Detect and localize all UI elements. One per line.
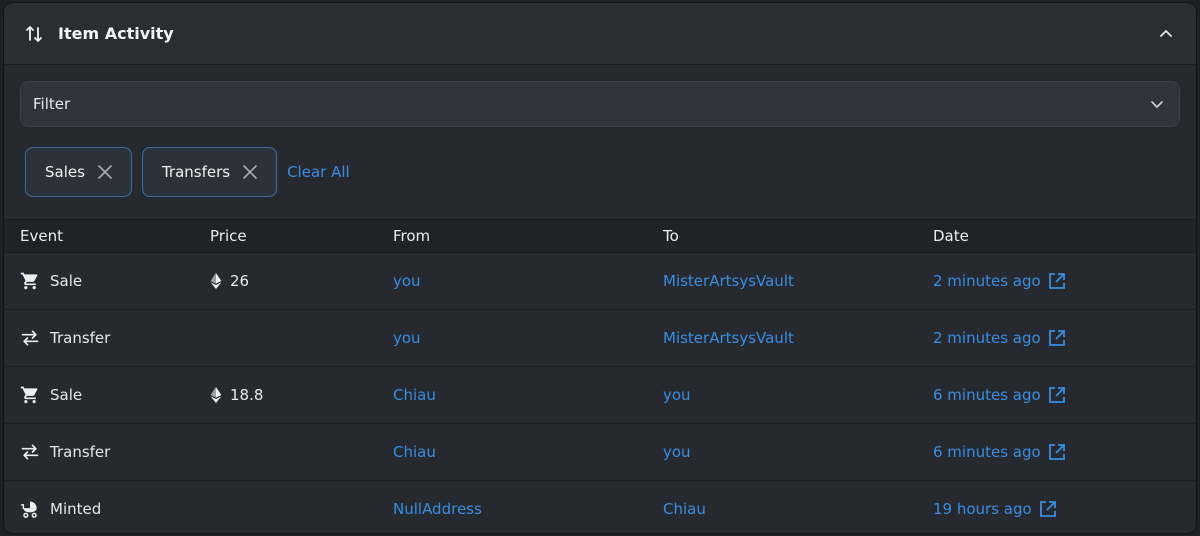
active-filters: Sales Transfers Clear All [4, 127, 1196, 198]
external-link-icon[interactable] [1047, 271, 1067, 291]
swap-vertical-icon [26, 25, 42, 42]
filter-chip-transfers[interactable]: Transfers [141, 147, 278, 197]
stroller-icon [20, 501, 37, 518]
external-link-icon[interactable] [1047, 385, 1067, 405]
table-row: Minted NullAddress Chiau 19 hours ago [4, 481, 1196, 533]
transfer-arrows-icon [21, 330, 39, 346]
event-label: Sale [50, 272, 83, 290]
table-row: Sale 18.8 Chiau you 6 minutes ago [4, 367, 1196, 424]
to-link[interactable]: Chiau [663, 500, 706, 518]
panel-title: Item Activity [58, 24, 174, 43]
ethereum-icon [210, 273, 222, 289]
from-link[interactable]: you [393, 272, 421, 290]
transfer-arrows-icon [21, 444, 39, 460]
date-link[interactable]: 2 minutes ago [933, 329, 1041, 347]
from-link[interactable]: you [393, 329, 421, 347]
activity-table: Event Price From To Date Sale 26 you Mis… [4, 219, 1196, 533]
col-date: Date [933, 227, 969, 245]
price-value: 26 [230, 272, 250, 290]
event-label: Transfer [50, 329, 111, 347]
chip-label: Sales [45, 163, 85, 181]
filter-label: Filter [33, 95, 71, 113]
item-activity-panel: Item Activity Filter Sales Transfers Cle… [3, 2, 1197, 534]
event-label: Transfer [50, 443, 111, 461]
clear-all-link[interactable]: Clear All [287, 163, 350, 181]
chip-label: Transfers [161, 163, 231, 181]
col-price: Price [210, 227, 247, 245]
external-link-icon[interactable] [1047, 328, 1067, 348]
external-link-icon[interactable] [1038, 499, 1058, 519]
table-row: Transfer Chiau you 6 minutes ago [4, 424, 1196, 481]
event-label: Sale [50, 386, 83, 404]
close-icon[interactable] [242, 164, 258, 180]
filter-chip-sales[interactable]: Sales [25, 147, 132, 197]
close-icon[interactable] [97, 164, 113, 180]
cart-icon [20, 386, 38, 404]
filter-dropdown[interactable]: Filter [20, 81, 1180, 127]
cart-icon [20, 272, 38, 290]
table-row: Transfer you MisterArtsysVault 2 minutes… [4, 310, 1196, 367]
chevron-down-icon [1151, 101, 1163, 108]
panel-header[interactable]: Item Activity [4, 3, 1196, 65]
to-link[interactable]: MisterArtsysVault [663, 272, 794, 290]
date-link[interactable]: 2 minutes ago [933, 272, 1041, 290]
from-link[interactable]: NullAddress [393, 500, 482, 518]
from-link[interactable]: Chiau [393, 386, 436, 404]
table-header: Event Price From To Date [4, 219, 1196, 253]
event-label: Minted [50, 500, 102, 518]
date-link[interactable]: 19 hours ago [933, 500, 1032, 518]
date-link[interactable]: 6 minutes ago [933, 386, 1041, 404]
external-link-icon[interactable] [1047, 442, 1067, 462]
col-event: Event [20, 227, 63, 245]
to-link[interactable]: you [663, 443, 691, 461]
date-link[interactable]: 6 minutes ago [933, 443, 1041, 461]
col-to: To [663, 227, 679, 245]
from-link[interactable]: Chiau [393, 443, 436, 461]
col-from: From [393, 227, 431, 245]
table-row: Sale 26 you MisterArtsysVault 2 minutes … [4, 253, 1196, 310]
to-link[interactable]: you [663, 386, 691, 404]
ethereum-icon [210, 387, 222, 403]
chevron-up-icon[interactable] [1158, 26, 1174, 42]
to-link[interactable]: MisterArtsysVault [663, 329, 794, 347]
price-value: 18.8 [230, 386, 264, 404]
